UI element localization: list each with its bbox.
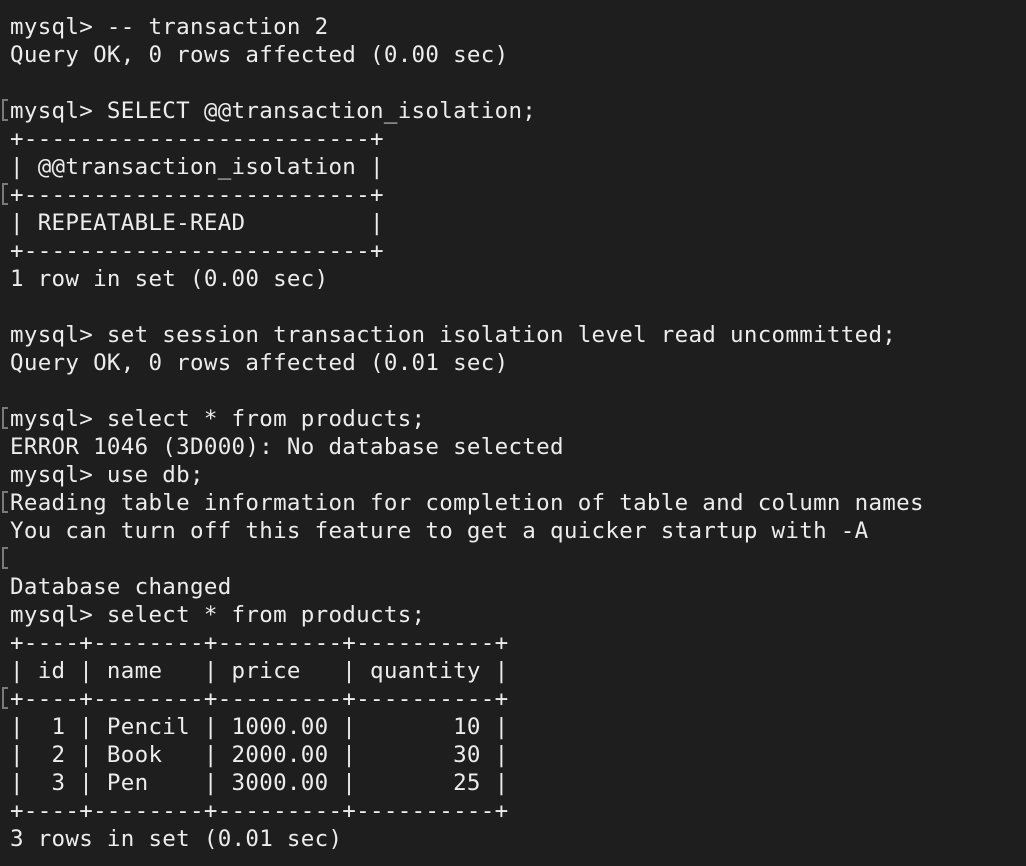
terminal-line: Database changed — [10, 574, 232, 600]
terminal-line: You can turn off this feature to get a q… — [10, 518, 869, 544]
terminal-line: mysql> select * from products; — [0, 405, 1026, 433]
terminal-line — [0, 545, 1026, 573]
terminal-output[interactable]: mysql> -- transaction 2 Query OK, 0 rows… — [0, 13, 1026, 866]
terminal-line: 1 row in set (0.00 sec) — [10, 266, 329, 292]
command-mark — [2, 491, 8, 513]
terminal-line: | 2 | Book | 2000.00 | 30 | — [10, 742, 509, 768]
terminal-line: +----+--------+---------+----------+ — [10, 630, 509, 656]
terminal-line: | REPEATABLE-READ | — [10, 210, 384, 236]
terminal-line: mysql> -- transaction 2 — [10, 14, 329, 40]
terminal-line: +-------------------------+ — [10, 238, 384, 264]
terminal-line: +-------------------------+ — [10, 126, 384, 152]
terminal-line: 3 rows in set (0.01 sec) — [10, 826, 343, 852]
terminal-line: +----+--------+---------+----------+ — [10, 798, 509, 824]
terminal-line: Query OK, 0 rows affected (0.01 sec) — [10, 350, 509, 376]
command-mark — [2, 183, 8, 205]
terminal-line: +----+--------+---------+----------+ — [0, 685, 1026, 713]
terminal-line: mysql> select * from products; — [10, 602, 426, 628]
terminal-line: | 1 | Pencil | 1000.00 | 10 | — [10, 714, 509, 740]
command-mark — [2, 547, 8, 569]
terminal-line: ERROR 1046 (3D000): No database selected — [10, 434, 564, 460]
command-mark — [2, 99, 8, 121]
command-mark — [2, 687, 8, 709]
terminal-line: mysql> SELECT @@transaction_isolation; — [0, 97, 1026, 125]
terminal-line: mysql> use db; — [10, 462, 204, 488]
terminal-line: +-------------------------+ — [0, 181, 1026, 209]
terminal-line: Query OK, 0 rows affected (0.00 sec) — [10, 42, 509, 68]
command-mark — [2, 407, 8, 429]
terminal-line: mysql> set session transaction isolation… — [10, 322, 897, 348]
terminal-line: | 3 | Pen | 3000.00 | 25 | — [10, 770, 509, 796]
terminal-line: | @@transaction_isolation | — [10, 154, 384, 180]
terminal-line: | id | name | price | quantity | — [10, 658, 509, 684]
terminal-line: Reading table information for completion… — [0, 489, 1026, 517]
